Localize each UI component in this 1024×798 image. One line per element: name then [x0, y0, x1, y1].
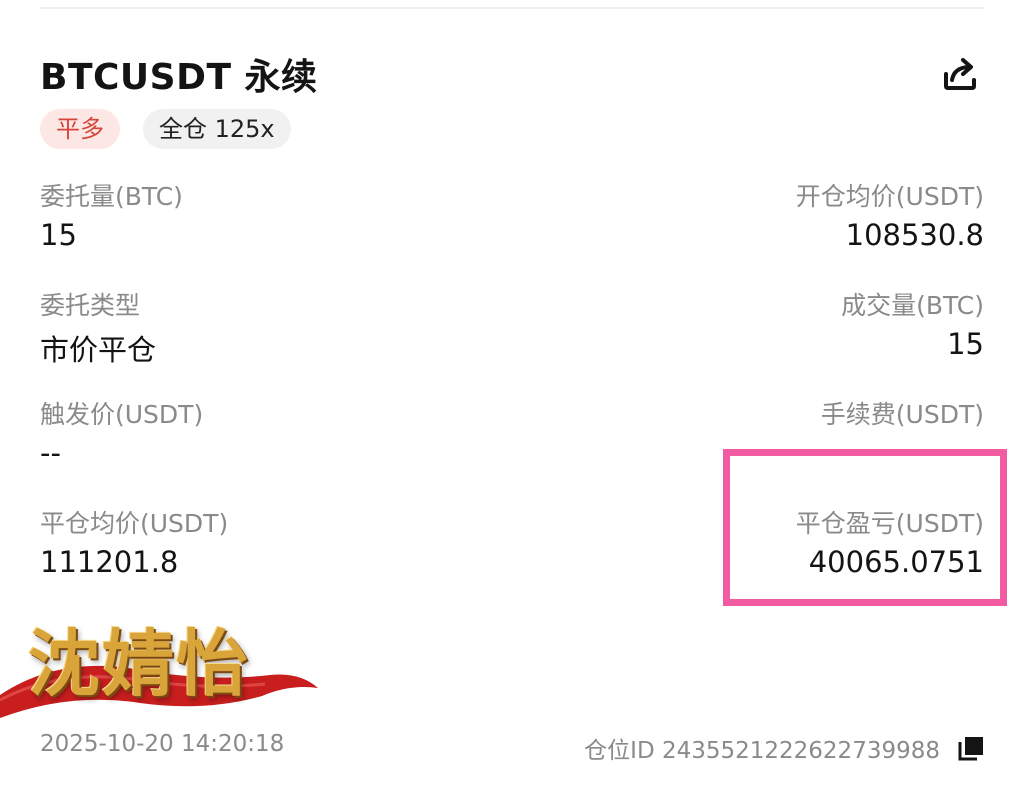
open-avg-price-value: 108530.8 — [845, 218, 984, 252]
order-type-value: 市价平仓 — [40, 333, 157, 367]
margin-tag: 全仓 125x — [143, 109, 291, 149]
share-button[interactable] — [938, 52, 982, 96]
order-qty-value: 15 — [40, 218, 77, 252]
close-avg-price-label: 平仓均价(USDT) — [40, 509, 229, 538]
order-qty-label: 委托量(BTC) — [40, 182, 183, 211]
copy-button[interactable] — [957, 735, 985, 761]
copy-icon — [958, 737, 983, 761]
fee-label: 手续费(USDT) — [820, 400, 984, 429]
close-pnl-value: 40065.0751 — [808, 545, 984, 579]
open-avg-price-label: 开仓均价(USDT) — [795, 182, 984, 211]
contract-title: BTCUSDT 永续 — [40, 57, 318, 98]
close-pnl-label: 平仓盈亏(USDT) — [795, 509, 984, 538]
filled-qty-label: 成交量(BTC) — [841, 291, 984, 320]
filled-qty-value: 15 — [947, 327, 984, 361]
order-type-label: 委托类型 — [40, 291, 141, 320]
watermark-text: 沈婧怡 — [28, 621, 251, 706]
fee-obscured-overlay — [760, 444, 1005, 464]
trigger-price-label: 触发价(USDT) — [40, 400, 204, 429]
close-avg-price-value: 111201.8 — [40, 545, 179, 579]
side-tag: 平多 — [40, 109, 120, 149]
position-id: 仓位ID 2435521222622739988 — [584, 738, 940, 764]
trigger-price-value: -- — [40, 436, 61, 470]
order-timestamp: 2025-10-20 14:20:18 — [40, 731, 285, 757]
share-icon — [944, 58, 976, 90]
top-divider — [40, 7, 984, 9]
